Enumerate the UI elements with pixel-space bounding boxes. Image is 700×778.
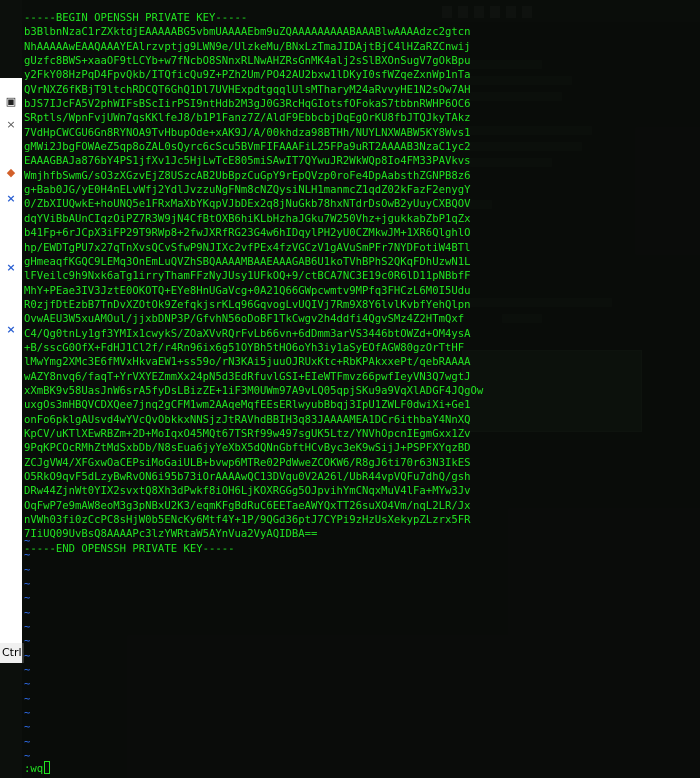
- empty-line-marker: ~: [24, 735, 31, 748]
- empty-line-marker: ~: [24, 549, 31, 562]
- buffer-line: QVrNXZ6fKBjT9ltchRDCQT6GhQ1Dl7UVHExpdtgq…: [24, 83, 471, 96]
- terminal-window[interactable]: -----BEGIN OPENSSH PRIVATE KEY----- b3Blb…: [22, 0, 700, 778]
- empty-line-marker: ~: [24, 535, 31, 547]
- buffer-line: -----END OPENSSH PRIVATE KEY-----: [24, 542, 235, 555]
- buffer-line: uxgOs3mHBQVCDXQee7jnq2gCFM1wm2AAqeMqfEEs…: [24, 399, 471, 412]
- clipboard-icon[interactable]: ▣: [0, 90, 22, 112]
- buffer-line: y2FkY08HzPqD4FpvQkb/ITQficQu9Z+PZh2Um/PO…: [24, 69, 471, 82]
- empty-line-marker: ~: [24, 621, 31, 634]
- empty-line-marker: ~: [24, 707, 31, 720]
- empty-line-marker: ~: [24, 592, 31, 605]
- command-text: :wq: [24, 763, 44, 775]
- vim-command-line[interactable]: :wq: [24, 761, 51, 776]
- empty-line-marker: ~: [24, 649, 31, 662]
- buffer-line: 7IiUQ09UvBsQ8AAAAPc3lzYWRtaW5AYnVua2VyAQ…: [24, 528, 318, 541]
- vim-empty-lines: ~ ~ ~ ~ ~ ~ ~ ~ ~ ~ ~ ~ ~ ~ ~ ~: [24, 534, 30, 764]
- buffer-line: lFVeilc9h9Nxk6aTg1irryThamFFzNyJUsy1UFkO…: [24, 270, 471, 283]
- buffer-line: +B/sscG0OfX+FdHJ1Cl2f/r4Rn96ix6g51OYBh5t…: [24, 341, 465, 354]
- buffer-line: OqFwP7e9mAW8eoM3g3pNBxU2K3/eqmKFgBdRuC6E…: [24, 499, 471, 512]
- empty-line-marker: ~: [24, 563, 31, 576]
- buffer-line: b41Fp+6rJCpX3iFP29T9RWp8+2fwJXRfRG23G4w6…: [24, 227, 471, 240]
- buffer-line: 0/ZbXIUQwkE+hoUNQ5e1FRxMaXbYKqpVJbDEx2q8…: [24, 198, 471, 211]
- empty-line-marker: ~: [24, 692, 31, 705]
- buffer-line: SRptls/WpnFvjUWn7qsKKlfeJ8/b1P1Fanz7Z/Al…: [24, 112, 471, 125]
- buffer-line: R0zjfDtEzbB7TnDvXZOtOk9ZefqkjsrKLq96Gqvo…: [24, 298, 471, 311]
- empty-line-marker: ~: [24, 721, 31, 734]
- close-icon[interactable]: ×: [0, 256, 22, 278]
- left-app-strip: ▣ × ◆ × × × Ctrl: [0, 0, 24, 778]
- text-cursor: [44, 761, 51, 774]
- empty-line-marker: ~: [24, 678, 31, 691]
- buffer-line: O5RkO9qvF5dLzyBwRvON6i95b73iOrAAAAwQC13D…: [24, 471, 471, 483]
- buffer-line: bJS7IJcFA5V2phWIFsBScIirPSI9ntHdb2M3gJ0G…: [24, 98, 471, 111]
- close-icon[interactable]: ×: [0, 113, 22, 135]
- buffer-line: KpCV/uKTlXEwRBZm+2D+MoIqxO45MQt67TSRf99w…: [24, 427, 471, 440]
- close-icon[interactable]: ×: [0, 318, 22, 340]
- buffer-line: dqYViBbAUnCIqzOiPZ7R3W9jN4CfBtOXB6hiKLbH…: [24, 212, 471, 225]
- empty-line-marker: ~: [24, 664, 31, 677]
- buffer-line: wAZY8nvq6/faqT+YrVXYEZmmXx24pN5d3EdRfuvl…: [24, 370, 471, 383]
- buffer-line: C4/Qg0tnLy1gf3YMIx1cwykS/ZOaXVvRQrFvLb66…: [24, 327, 471, 340]
- buffer-line: lMwYmg2XMc3E6fMVxHkvaEW1+ss59o/rN3KAi5ju…: [24, 356, 471, 369]
- ctrl-key-button[interactable]: Ctrl: [0, 643, 24, 663]
- buffer-line: MhY+PEae3IV3JztE0OKOTQ+EYe8HnUGaVcg+0A21…: [24, 284, 471, 297]
- buffer-line: onFo6pklgAUsvd4wYVcQvObkkxNNSjzJtRAVhdBB…: [24, 413, 471, 426]
- buffer-line: 7VdHpCWCGU6Gn8RYNOA9TvHbupOde+xAK9J/A/00…: [24, 126, 471, 139]
- buffer-line: NhAAAAAwEAAQAAAYEAlrzvptjg9LWN9e/UlzkeMu…: [24, 40, 471, 53]
- buffer-line: WmjhfbSwmG/sO3zXGzvEjZ8USzcAB2UbBpzCuGpY…: [24, 169, 471, 182]
- buffer-line: b3BlbnNzaC1rZXktdjEAAAAABG5vbmUAAAAEbm9u…: [24, 26, 471, 39]
- buffer-line: DRw44ZjnWt0YIX2svxtQ8Xh3dPwkf8iOH6LjKOXR…: [24, 485, 471, 498]
- buffer-line: ZCJgVW4/XFGxwOaCEPsiMoGaiULB+bvwp6MTRe02…: [24, 456, 471, 469]
- buffer-line: EAAAGBAJa876bY4PS1jfXv1Jc5HjLwTcE805miSA…: [24, 155, 471, 168]
- empty-line-marker: ~: [24, 635, 31, 648]
- buffer-line: g+Bab0JG/yE0H4nELvWfj2YdlJvzzuNgFNm8cNZQ…: [24, 184, 471, 197]
- empty-line-marker: ~: [24, 606, 31, 619]
- buffer-line: gHmeaqfKGQC9LEMq3OnEmLuQVZhSBQAAAAMBAAEA…: [24, 255, 471, 268]
- buffer-line: gUzfc8BWS+xaaOF9tLCYb+w7fNcbO8SNnxRLNwAH…: [24, 55, 471, 68]
- buffer-line: nVWh03fi0zCcPC8sHjW0b5ENcKy6Mtf4Y+1P/9QG…: [24, 514, 471, 527]
- buffer-line: OvwAEU3W5xuAMOul/jjxbDNP3P/GfvhN56oDoBF1…: [24, 313, 465, 326]
- buffer-line: xXmBK9v58UasJnW6srA5fyDsLBizZE+1iF3M0UWm…: [24, 384, 484, 397]
- buffer-line: hp/EWDTgPU7x27qTnXvsQCvSfwP9NJIXc2vfPEx4…: [24, 241, 471, 254]
- buffer-line: gMWi2JbgFOWAeZ5qp8oZAL0sQyrc6cScu5BVmFIF…: [24, 141, 471, 154]
- buffer-line: -----BEGIN OPENSSH PRIVATE KEY-----: [24, 12, 248, 24]
- close-icon[interactable]: ×: [0, 187, 22, 209]
- empty-line-marker: ~: [24, 578, 31, 591]
- vim-buffer[interactable]: -----BEGIN OPENSSH PRIVATE KEY----- b3Blb…: [24, 11, 698, 556]
- app-icon[interactable]: ◆: [0, 161, 22, 183]
- buffer-line: 9PqKPCOcRMhZtMdSxbDb/N8sEua6jyYeXbX5dQNn…: [24, 442, 471, 455]
